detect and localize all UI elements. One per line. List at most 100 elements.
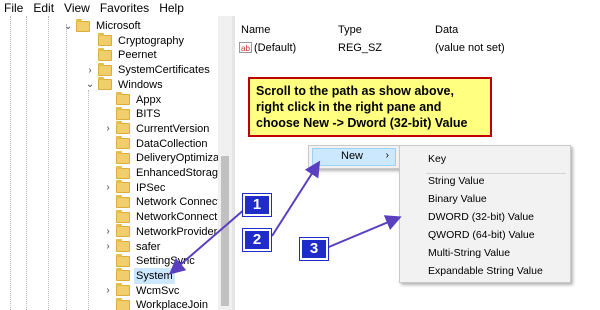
menu-file[interactable]: File <box>0 0 28 16</box>
chevron-right-icon[interactable]: › <box>104 239 112 255</box>
tree-item-label: NetworkProvider <box>136 225 218 238</box>
tree-item[interactable]: BITS <box>104 106 162 122</box>
callout-line: right click in the right pane and <box>256 100 442 114</box>
submenu-item-dword-value[interactable]: DWORD (32-bit) Value <box>428 211 534 223</box>
chevron-right-icon[interactable]: › <box>104 224 112 240</box>
tree-item[interactable]: › safer <box>104 239 162 255</box>
submenu-item-key[interactable]: Key <box>428 153 446 165</box>
tree-guide-line <box>48 16 49 310</box>
submenu-item-multi-string-value[interactable]: Multi-String Value <box>428 247 510 259</box>
tree-item[interactable]: › IPSec <box>104 180 167 196</box>
folder-icon <box>116 150 130 164</box>
folder-icon <box>98 77 112 91</box>
tree-item[interactable]: DataCollection <box>104 136 210 152</box>
tree-expander-spacer <box>104 150 112 166</box>
context-menu: New › <box>308 145 400 169</box>
tree-item[interactable]: Appx <box>104 92 163 108</box>
tree-item-label: Windows <box>118 78 163 91</box>
new-submenu: Key String Value Binary Value DWORD (32-… <box>399 145 571 283</box>
submenu-item-binary-value[interactable]: Binary Value <box>428 193 487 205</box>
tree-item-label: SystemCertificates <box>118 64 210 77</box>
tree-guide-line <box>88 90 89 310</box>
folder-icon <box>116 136 130 150</box>
tree-expander-spacer <box>104 268 112 284</box>
step-badge-2: 2 <box>242 228 272 252</box>
tree-expander-spacer <box>104 253 112 269</box>
tree-item[interactable]: › NetworkProvider <box>104 224 219 240</box>
menu-favorites[interactable]: Favorites <box>95 0 154 16</box>
tree-item[interactable]: ⌄ Microsoft <box>64 18 143 34</box>
tree-item[interactable]: SettingSync <box>104 253 197 269</box>
tree-item[interactable]: Peernet <box>86 47 159 63</box>
value-name: (Default) <box>254 42 297 54</box>
menu-view[interactable]: View <box>59 0 95 16</box>
tree-item-label: Cryptography <box>118 34 185 47</box>
chevron-down-icon[interactable]: ⌄ <box>64 18 72 34</box>
tree-item-label: System <box>134 267 175 284</box>
folder-icon <box>116 297 130 310</box>
tree-item-label: BITS <box>136 108 161 121</box>
chevron-right-icon[interactable]: › <box>104 283 112 299</box>
table-row[interactable]: ab (Default) REG_SZ (value not set) <box>235 40 600 56</box>
column-header-data[interactable]: Data <box>435 24 458 36</box>
tree-scrollbar-thumb[interactable] <box>221 156 229 306</box>
submenu-arrow-icon: › <box>385 150 389 161</box>
context-menu-new[interactable]: New › <box>312 148 396 166</box>
chevron-right-icon[interactable]: › <box>104 121 112 137</box>
submenu-item-expandable-string-value[interactable]: Expandable String Value <box>428 265 543 277</box>
tree-item-label: SettingSync <box>136 255 195 268</box>
tree-expander-spacer <box>104 297 112 310</box>
folder-icon <box>116 165 130 179</box>
submenu-separator <box>426 173 566 174</box>
tree-item-label: safer <box>136 240 161 253</box>
chevron-right-icon[interactable]: › <box>86 62 94 78</box>
string-value-icon: ab <box>239 42 252 53</box>
menu-edit[interactable]: Edit <box>28 0 59 16</box>
folder-icon <box>116 268 130 282</box>
submenu-item-string-value[interactable]: String Value <box>428 175 484 187</box>
value-type: REG_SZ <box>338 42 383 54</box>
tree-scrollbar[interactable] <box>218 16 232 310</box>
tree-item[interactable]: DeliveryOptimization <box>104 150 232 166</box>
tree-item[interactable]: NetworkConnectivity <box>104 209 232 225</box>
tree-guide-line <box>66 24 67 310</box>
tree-item[interactable]: EnhancedStorageDev <box>104 165 232 181</box>
tree-item-label: Peernet <box>118 49 157 62</box>
tree-item-label: Microsoft <box>96 20 141 32</box>
tree-expander-spacer <box>104 106 112 122</box>
tree-item[interactable]: ⌄ Windows <box>86 77 165 93</box>
tree-item[interactable]: › WcmSvc <box>104 283 181 299</box>
column-header-type[interactable]: Type <box>338 24 362 36</box>
context-menu-new-label: New <box>341 150 364 162</box>
tree-expander-spacer <box>104 92 112 108</box>
tree-expander-spacer <box>104 136 112 152</box>
tree-item[interactable]: › CurrentVersion <box>104 121 211 137</box>
folder-icon <box>116 180 130 194</box>
folder-icon <box>98 33 112 47</box>
tree-expander-spacer <box>104 165 112 181</box>
folder-icon <box>116 253 130 267</box>
chevron-right-icon[interactable]: › <box>104 180 112 196</box>
folder-icon <box>116 239 130 252</box>
callout-line: choose New -> Dword (32-bit) Value <box>256 116 468 130</box>
menu-help[interactable]: Help <box>154 0 189 16</box>
tree-item[interactable]: Cryptography <box>86 33 186 49</box>
tree-expander-spacer <box>86 33 94 49</box>
folder-icon <box>116 224 130 238</box>
value-data: (value not set) <box>435 42 505 54</box>
folder-icon <box>116 194 130 208</box>
tree-item[interactable]: WorkplaceJoin <box>104 297 210 310</box>
tree-item[interactable]: › SystemCertificates <box>86 62 212 78</box>
column-header-name[interactable]: Name <box>241 24 270 36</box>
tree-item[interactable]: Network Connection <box>104 194 232 210</box>
tree-guide-line <box>26 16 27 310</box>
folder-icon <box>76 18 90 32</box>
tree-expander-spacer <box>86 47 94 63</box>
step-badge-1: 1 <box>242 193 272 217</box>
tree-expander-spacer <box>104 209 112 225</box>
submenu-item-qword-value[interactable]: QWORD (64-bit) Value <box>428 229 535 241</box>
folder-icon <box>116 106 130 120</box>
chevron-down-icon[interactable]: ⌄ <box>86 77 94 93</box>
tree-item[interactable]: System <box>104 267 175 284</box>
tree-item-label: IPSec <box>136 181 166 194</box>
